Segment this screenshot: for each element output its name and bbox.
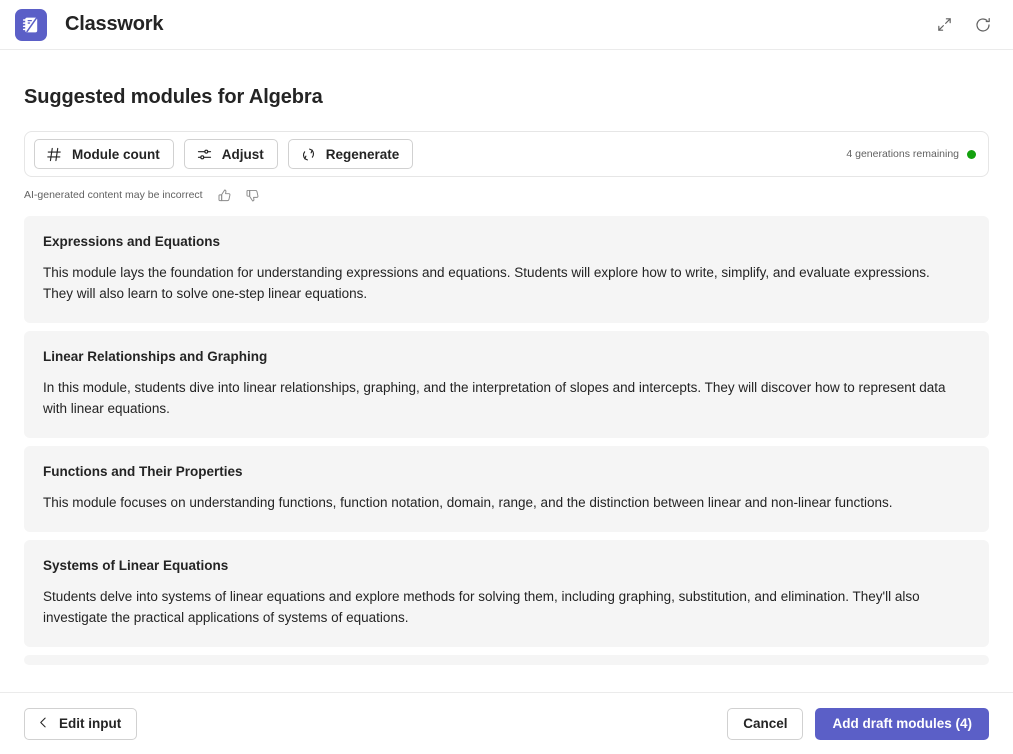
module-description: In this module, students dive into linea… bbox=[43, 380, 946, 416]
add-draft-modules-button[interactable]: Add draft modules (4) bbox=[815, 707, 989, 740]
page-title: Suggested modules for Algebra bbox=[24, 86, 323, 108]
thumb-like-icon[interactable] bbox=[215, 186, 234, 205]
number-sign-icon bbox=[46, 146, 63, 163]
expand-icon[interactable] bbox=[928, 9, 960, 41]
dialog-footer: Edit input Cancel Add draft modules (4) bbox=[0, 692, 1013, 754]
circular-arrows-icon bbox=[300, 146, 317, 163]
module-title: Linear Relationships and Graphing bbox=[43, 349, 268, 364]
chevron-left-icon bbox=[37, 716, 50, 732]
adjust-label: Adjust bbox=[221, 146, 264, 162]
module-card[interactable]: Linear Relationships and Graphing In thi… bbox=[24, 331, 989, 438]
module-title: Systems of Linear Equations bbox=[43, 558, 229, 573]
classwork-notebook-icon bbox=[15, 8, 47, 41]
edit-input-button[interactable]: Edit input bbox=[24, 707, 138, 740]
cancel-button[interactable]: Cancel bbox=[727, 707, 804, 740]
ai-disclaimer-text: AI-generated content may be incorrect bbox=[24, 189, 203, 201]
module-title: Expressions and Equations bbox=[43, 234, 221, 249]
adjust-button[interactable]: Adjust bbox=[183, 139, 278, 169]
module-card[interactable]: Expressions and Equations This module la… bbox=[24, 216, 989, 323]
sliders-icon bbox=[196, 146, 213, 163]
regenerate-button[interactable]: Regenerate bbox=[287, 139, 414, 169]
classwork-app-window: Classwork Suggested modules for Algebra bbox=[0, 0, 1013, 754]
suggested-modules-list[interactable]: Expressions and Equations This module la… bbox=[24, 216, 989, 692]
module-card[interactable]: Systems of Linear Equations Students del… bbox=[24, 540, 989, 647]
refresh-icon[interactable] bbox=[967, 9, 999, 41]
module-count-button[interactable]: Module count bbox=[34, 139, 174, 169]
module-title: Functions and Their Properties bbox=[43, 464, 243, 479]
module-card[interactable]: Functions and Their Properties This modu… bbox=[24, 446, 989, 532]
main-content: Suggested modules for Algebra Module cou… bbox=[0, 50, 1013, 692]
generations-remaining: 4 generations remaining bbox=[846, 148, 978, 160]
module-description: This module focuses on understanding fun… bbox=[43, 495, 893, 510]
thumb-dislike-icon[interactable] bbox=[243, 186, 262, 205]
module-card-partial[interactable] bbox=[24, 655, 989, 665]
app-title: Classwork bbox=[65, 13, 164, 35]
ai-disclaimer-row: AI-generated content may be incorrect bbox=[24, 184, 989, 206]
generation-toolbar: Module count Adjust Regenerate 4 generat… bbox=[24, 131, 989, 177]
app-header: Classwork bbox=[0, 0, 1013, 50]
regenerate-label: Regenerate bbox=[325, 146, 400, 162]
module-description: This module lays the foundation for unde… bbox=[43, 265, 930, 301]
edit-input-label: Edit input bbox=[59, 716, 122, 731]
generations-remaining-label: 4 generations remaining bbox=[846, 148, 959, 160]
module-description: Students delve into systems of linear eq… bbox=[43, 589, 920, 625]
status-dot-icon bbox=[967, 149, 976, 159]
module-count-label: Module count bbox=[72, 146, 160, 162]
